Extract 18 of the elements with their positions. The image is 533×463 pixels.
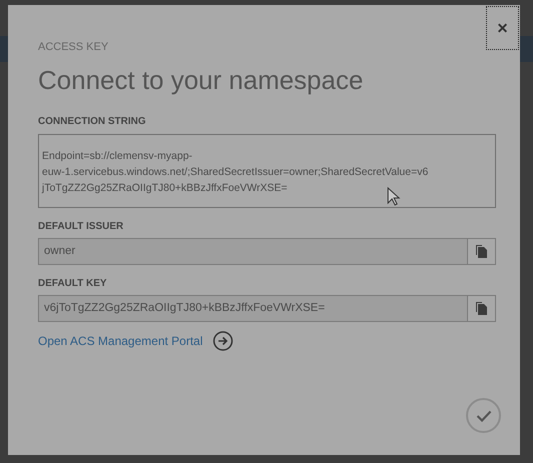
dialog-eyebrow: ACCESS KEY <box>38 42 110 53</box>
field-label: DEFAULT ISSUER <box>38 222 124 232</box>
copy-icon <box>476 245 487 258</box>
mouse-cursor-icon <box>387 187 401 207</box>
copy-button[interactable] <box>468 295 496 322</box>
copy-icon <box>476 302 487 315</box>
field-label: DEFAULT KEY <box>38 279 108 289</box>
close-button[interactable]: × <box>486 6 519 50</box>
field-label: CONNECTION STRING <box>38 117 147 127</box>
connection-string-field[interactable]: Endpoint=sb://clemensv-myapp- euw-1.servicebus.windows.net/;SharedSecretIssuer=owner;SharedSecretValue=v6 jToTgZZ2Gg25ZRaOIIgTJ80+kBBzJffxFoeVWrXSE= <box>38 134 496 208</box>
portal-link[interactable]: Open ACS Management Portal <box>38 332 203 350</box>
ok-button[interactable] <box>466 398 501 433</box>
text-field[interactable]: v6jToTgZZ2Gg25ZRaOIIgTJ80+kBBzJffxFoeVWrXSE= <box>38 295 468 322</box>
text-field[interactable]: owner <box>38 238 468 265</box>
dialog-title: Connect to your namespace <box>38 67 364 93</box>
arrow-circle-icon[interactable] <box>212 331 233 351</box>
checkmark-icon <box>476 410 492 422</box>
copy-button[interactable] <box>468 238 496 265</box>
